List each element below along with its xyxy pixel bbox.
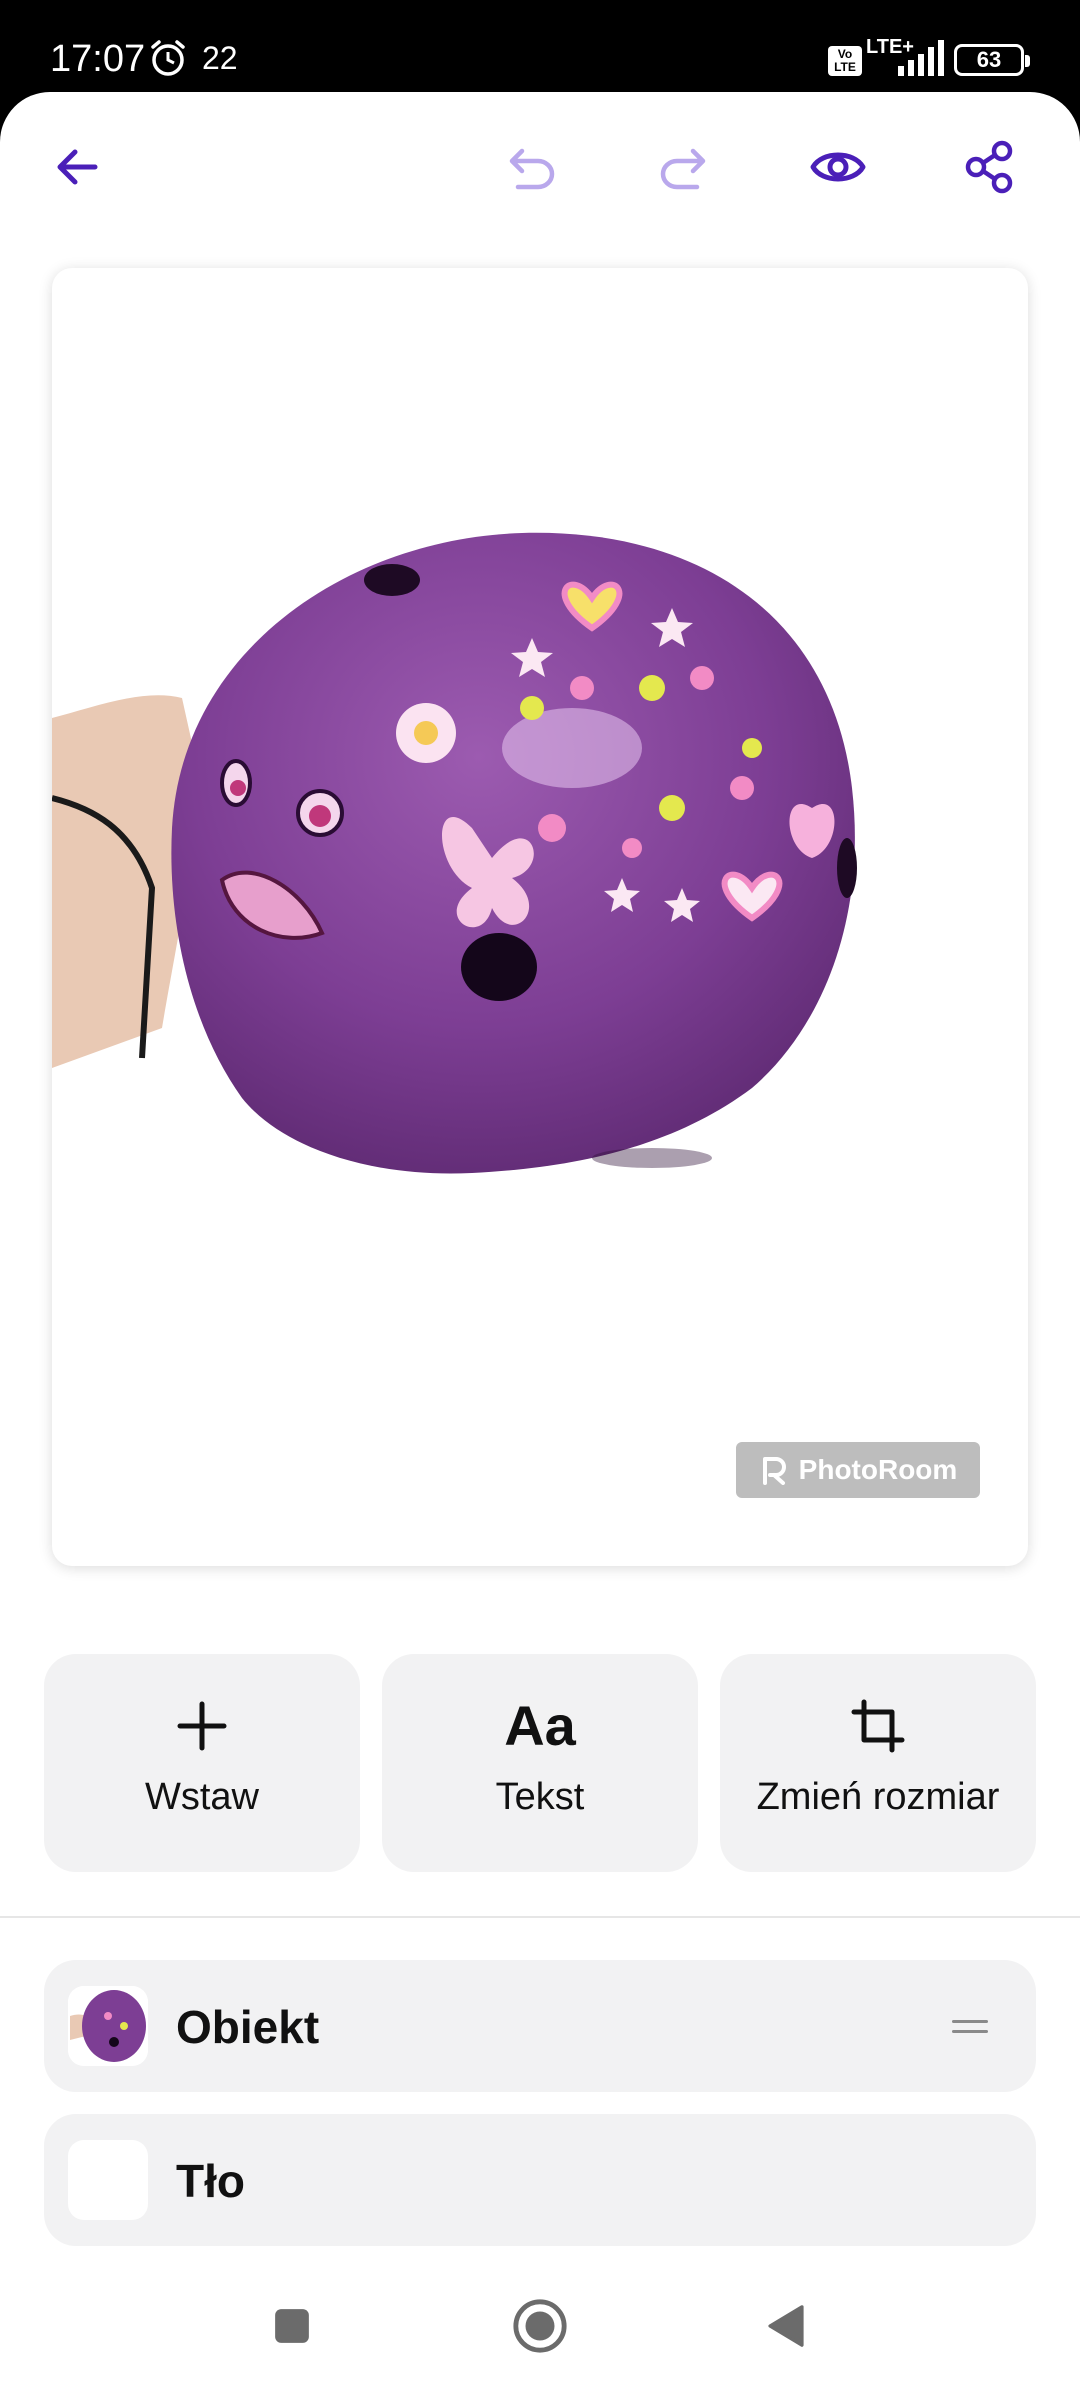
crop-icon (851, 1699, 905, 1753)
home-button[interactable] (510, 2296, 570, 2356)
undo-button[interactable] (497, 132, 567, 202)
status-bar: 17:07 22 Vo LTE LTE+ 63 (0, 0, 1080, 92)
canvas-preview[interactable]: PhotoRoom (52, 268, 1028, 1566)
redo-icon (660, 148, 706, 190)
photoroom-watermark: PhotoRoom (736, 1442, 980, 1498)
signal-icon (898, 40, 944, 76)
status-time: 17:07 (50, 38, 146, 80)
editor-sheet: PhotoRoom Wstaw Aa Tekst Zmień rozmiar O… (0, 92, 1080, 2400)
battery-indicator: 63 (954, 44, 1030, 76)
text-button[interactable]: Aa Tekst (382, 1654, 698, 1872)
volte-icon: Vo LTE (828, 46, 862, 76)
resize-label: Zmień rozmiar (756, 1776, 1000, 1818)
layer-object-label: Obiekt (176, 2001, 320, 2053)
redo-button[interactable] (648, 132, 718, 202)
resize-button[interactable]: Zmień rozmiar (720, 1654, 1036, 1872)
nav-back-button[interactable] (756, 2296, 816, 2356)
layer-object[interactable]: Obiekt (44, 1960, 1036, 2092)
plus-icon (177, 1701, 227, 1751)
drag-handle-icon[interactable] (952, 2020, 988, 2034)
insert-button[interactable]: Wstaw (44, 1654, 360, 1872)
eye-icon (810, 152, 866, 182)
insert-label: Wstaw (145, 1776, 259, 1818)
recents-button[interactable] (262, 2296, 322, 2356)
layer-background[interactable]: Tło (44, 2114, 1036, 2246)
helmet-photo (52, 532, 857, 1174)
object-thumbnail (68, 1986, 148, 2066)
circle-icon (513, 2299, 567, 2353)
photoroom-logo-icon (762, 1457, 786, 1485)
text-label: Tekst (495, 1776, 585, 1818)
alarm-icon (151, 40, 185, 76)
background-thumbnail (68, 2140, 148, 2220)
back-button[interactable] (42, 132, 112, 202)
triangle-back-icon (768, 2305, 804, 2347)
preview-button[interactable] (803, 132, 873, 202)
status-temperature: 22 (202, 40, 238, 76)
undo-icon (509, 148, 555, 190)
share-button[interactable] (955, 132, 1025, 202)
text-icon: Aa (504, 1694, 576, 1757)
watermark-text: PhotoRoom (798, 1454, 958, 1485)
divider (0, 1916, 1080, 1918)
share-icon (965, 140, 1013, 194)
arrow-left-icon (57, 149, 98, 185)
square-icon (275, 2309, 309, 2343)
layer-background-label: Tło (176, 2155, 245, 2207)
